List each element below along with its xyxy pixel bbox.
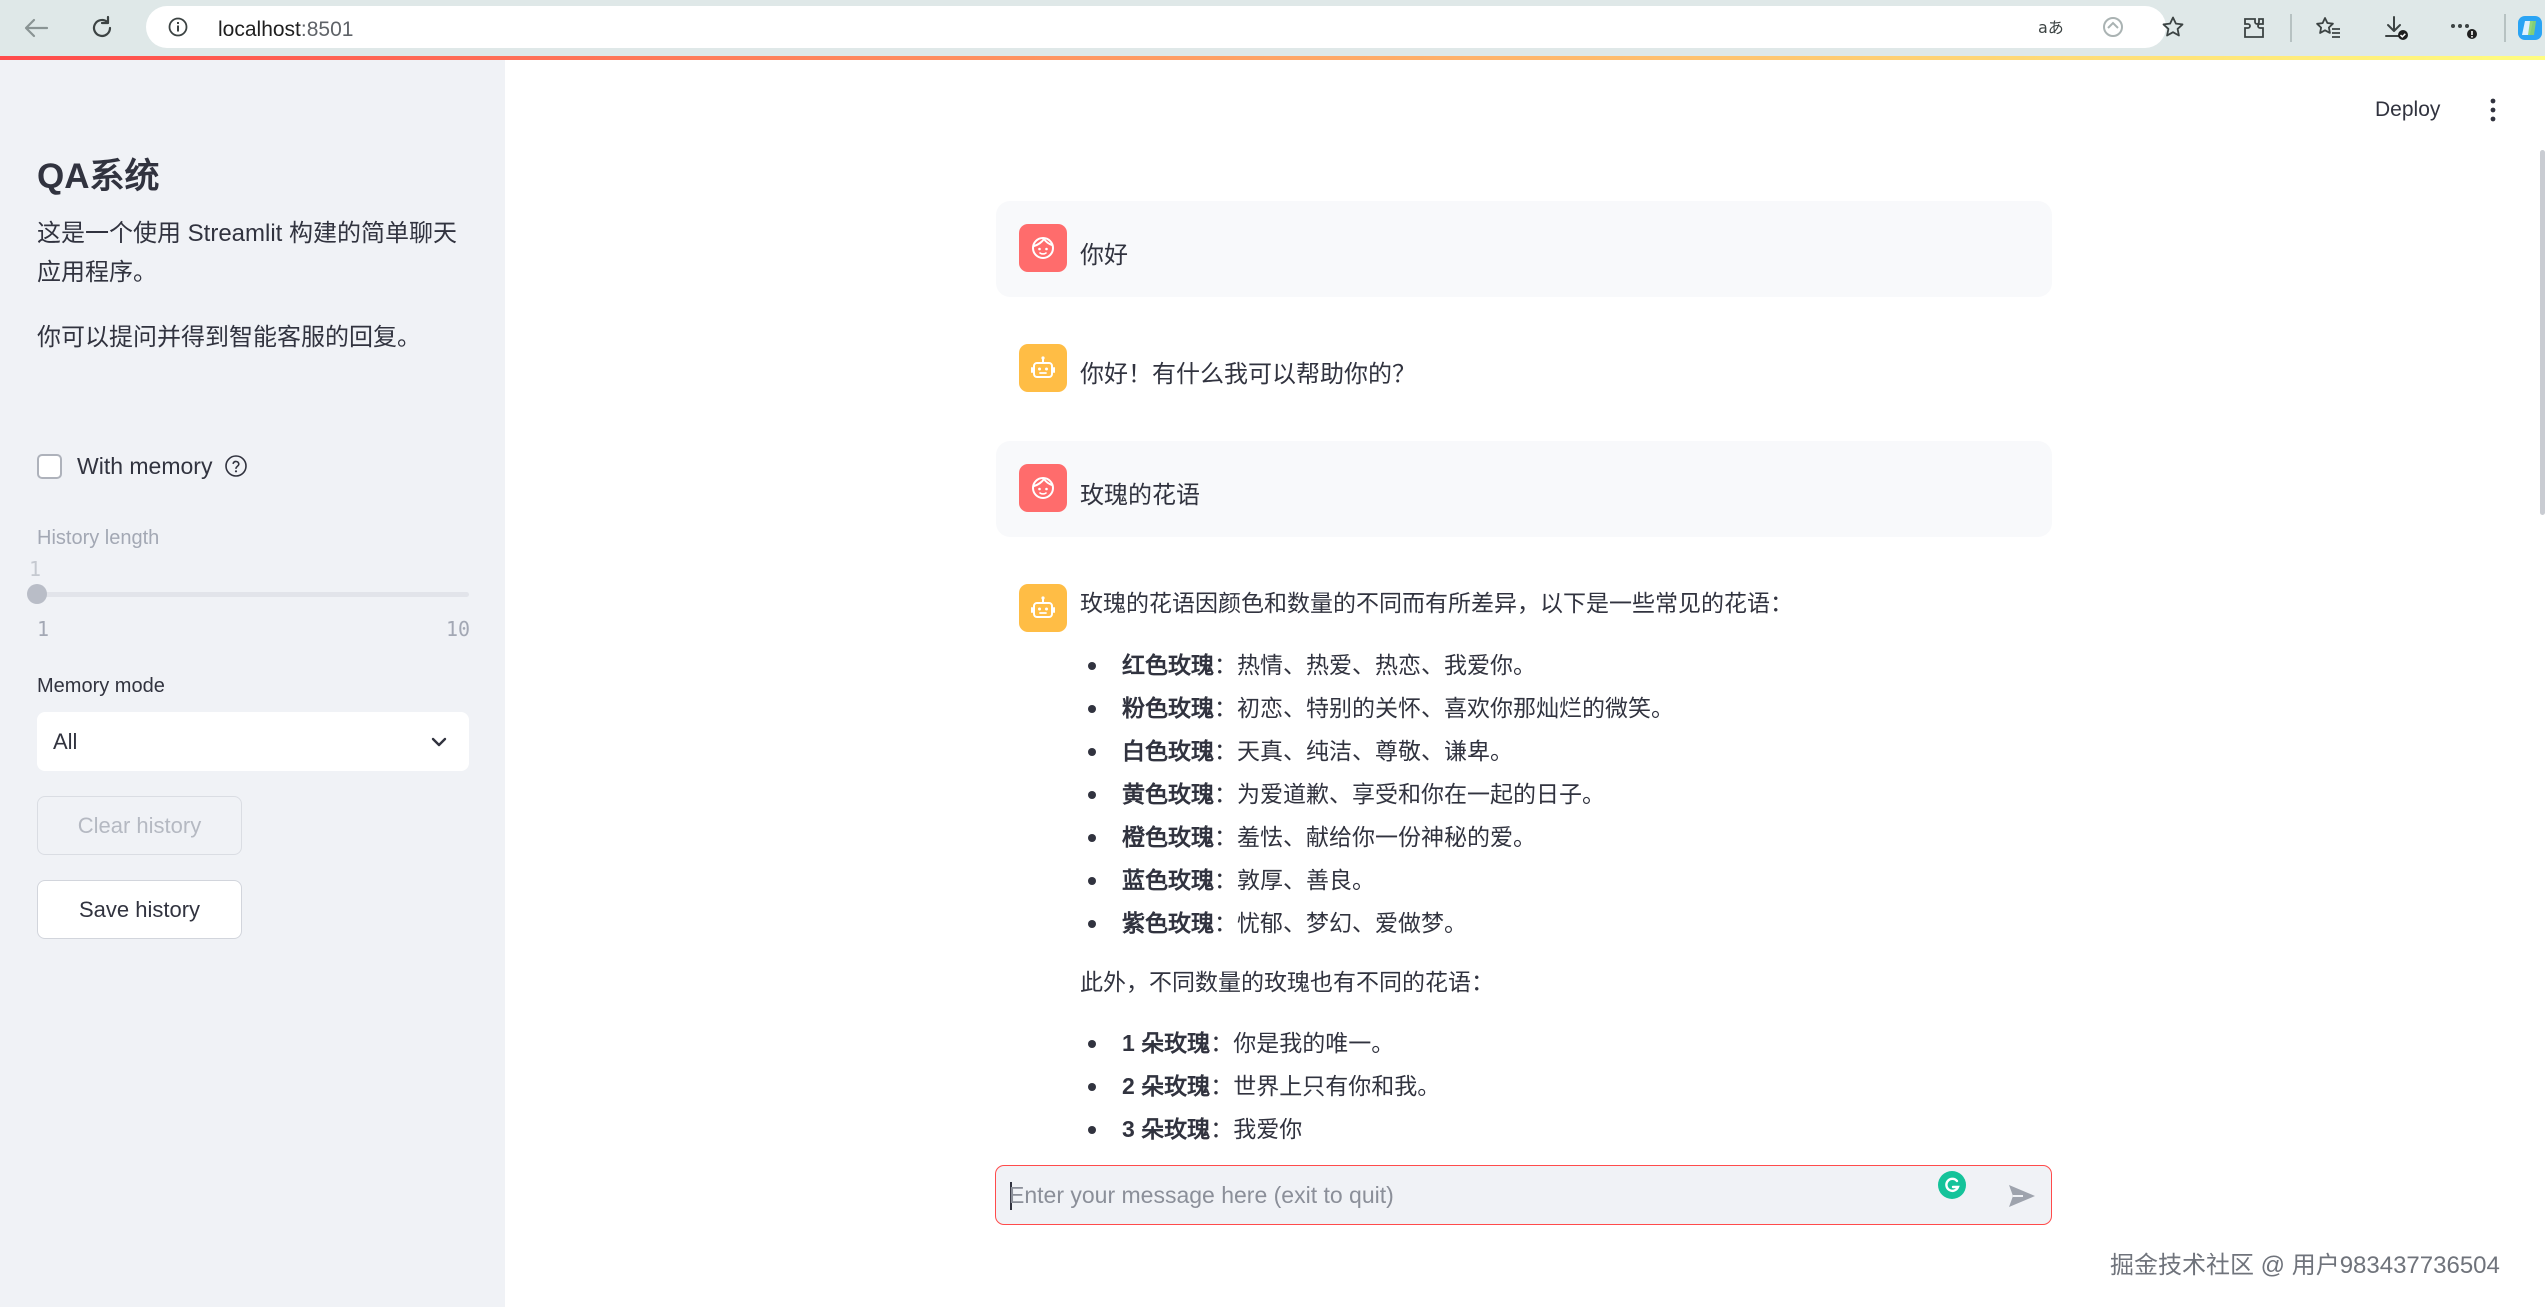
chevron-down-icon — [429, 732, 449, 752]
list-item: 红色玫瑰：热情、热爱、热恋、我爱你。 — [1080, 644, 2030, 687]
more-options-icon[interactable] — [2446, 12, 2482, 44]
list-item: 蓝色玫瑰：敦厚、善良。 — [1080, 859, 2030, 902]
page-scrollbar[interactable] — [2540, 150, 2545, 515]
memory-mode-label: Memory mode — [37, 675, 165, 697]
sidebar-title: QA系统 — [37, 157, 160, 196]
answer-intro: 玫瑰的花语因颜色和数量的不同而有所差异，以下是一些常见的花语： — [1080, 590, 1793, 616]
save-history-button[interactable]: Save history — [37, 880, 242, 939]
browser-toolbar: localhost:8501 aあ — [0, 0, 2545, 56]
history-length-value: 1 — [29, 557, 42, 581]
list-item-term: 白色玫瑰 — [1122, 738, 1214, 764]
url-text: localhost:8501 — [218, 18, 353, 42]
list-item-term: 红色玫瑰 — [1122, 652, 1214, 678]
browser-essentials-icon[interactable] — [2096, 16, 2130, 38]
history-length-slider-thumb[interactable] — [27, 584, 47, 604]
chat-message-user — [996, 201, 2052, 297]
history-length-max: 10 — [446, 617, 471, 641]
list-item: 白色玫瑰：天真、纯洁、尊敬、谦卑。 — [1080, 730, 2030, 773]
downloads-icon[interactable] — [2378, 12, 2414, 44]
grammarly-icon[interactable] — [1938, 1171, 1966, 1199]
list-item: 2 朵玫瑰：世界上只有你和我。 — [1080, 1065, 2030, 1108]
user-avatar-icon — [1019, 224, 1067, 272]
memory-checkbox-label[interactable]: With memory — [77, 453, 212, 480]
svg-text:aあ: aあ — [2038, 18, 2064, 37]
answer-mid-text: 此外，不同数量的玫瑰也有不同的花语： — [1080, 969, 1494, 995]
list-item-desc: ：为爱道歉、享受和你在一起的日子。 — [1214, 781, 1605, 807]
address-bar[interactable]: localhost:8501 aあ — [146, 6, 2184, 48]
history-length-slider-track[interactable] — [37, 592, 469, 597]
list-item-term: 粉色玫瑰 — [1122, 695, 1214, 721]
watermark: 掘金技术社区 @ 用户983437736504 — [2110, 1252, 2500, 1279]
clear-history-button[interactable]: Clear history — [37, 796, 242, 855]
list-item: 紫色玫瑰：忧郁、梦幻、爱做梦。 — [1080, 902, 2030, 945]
message-text: 你好 — [1080, 242, 1128, 269]
send-icon[interactable] — [2006, 1182, 2038, 1210]
sidebar-description-2: 你可以提问并得到智能客服的回复。 — [37, 324, 421, 351]
list-item-term: 蓝色玫瑰 — [1122, 867, 1214, 893]
list-item-term: 黄色玫瑰 — [1122, 781, 1214, 807]
deploy-button[interactable]: Deploy — [2375, 98, 2440, 122]
user-avatar-icon — [1019, 464, 1067, 512]
message-text: 你好！有什么我可以帮助你的？ — [1080, 361, 1416, 388]
memory-mode-select[interactable]: All — [37, 712, 469, 771]
list-item: 1 朵玫瑰：你是我的唯一。 — [1080, 1022, 2030, 1065]
list-item: 橙色玫瑰：羞怯、献给你一份神秘的爱。 — [1080, 816, 2030, 859]
main-menu-icon[interactable] — [2485, 95, 2501, 125]
memory-checkbox[interactable] — [37, 453, 62, 479]
extensions-icon[interactable] — [2236, 12, 2272, 44]
memory-checkbox-row[interactable]: With memory — [37, 448, 248, 484]
copilot-icon[interactable] — [2512, 12, 2545, 44]
list-item-desc: ：初恋、特别的关怀、喜欢你那灿烂的微笑。 — [1214, 695, 1674, 721]
list-item-desc: ：天真、纯洁、尊敬、谦卑。 — [1214, 738, 1513, 764]
message-text: 玫瑰的花语 — [1080, 482, 1200, 509]
favorite-star-icon[interactable] — [2156, 16, 2190, 38]
rose-color-list: 红色玫瑰：热情、热爱、热恋、我爱你。 粉色玫瑰：初恋、特别的关怀、喜欢你那灿烂的… — [1080, 644, 2030, 945]
chat-input[interactable]: Enter your message here (exit to quit) — [995, 1165, 2052, 1225]
list-item-term: 3 朵玫瑰 — [1122, 1116, 1211, 1141]
list-item: 黄色玫瑰：为爱道歉、享受和你在一起的日子。 — [1080, 773, 2030, 816]
chat-input-placeholder: Enter your message here (exit to quit) — [1009, 1182, 1394, 1208]
list-item-desc: ：世界上只有你和我。 — [1210, 1073, 1441, 1099]
toolbar-divider — [2290, 14, 2292, 42]
help-circle-icon[interactable] — [224, 454, 248, 478]
refresh-icon[interactable] — [84, 10, 120, 46]
chat-message-assistant: 玫瑰的花语因颜色和数量的不同而有所差异，以下是一些常见的花语： 红色玫瑰：热情、… — [1080, 583, 2030, 1141]
url-host: localhost — [218, 18, 301, 41]
sidebar-description: 这是一个使用 Streamlit 构建的简单聊天应用程序。 — [37, 220, 458, 286]
list-item-term: 橙色玫瑰 — [1122, 824, 1214, 850]
favorites-icon[interactable] — [2310, 12, 2346, 44]
toolbar-divider — [2504, 14, 2506, 42]
assistant-avatar-icon — [1019, 584, 1067, 632]
url-port: :8501 — [300, 18, 354, 41]
memory-mode-value: All — [53, 729, 78, 754]
history-length-min: 1 — [37, 617, 50, 641]
list-item-term: 2 朵玫瑰 — [1122, 1073, 1211, 1099]
rose-count-list: 1 朵玫瑰：你是我的唯一。 2 朵玫瑰：世界上只有你和我。 3 朵玫瑰：我爱你 — [1080, 1022, 2030, 1141]
history-length-label: History length — [37, 527, 160, 549]
list-item-desc: ：敦厚、善良。 — [1214, 867, 1375, 893]
list-item-term: 紫色玫瑰 — [1122, 910, 1214, 936]
list-item-term: 1 朵玫瑰 — [1122, 1030, 1211, 1056]
list-item-desc: ：你是我的唯一。 — [1210, 1030, 1395, 1056]
read-aloud-icon[interactable]: aあ — [2035, 16, 2069, 38]
list-item-desc: ：热情、热爱、热恋、我爱你。 — [1214, 652, 1536, 678]
list-item-desc: ：羞怯、献给你一份神秘的爱。 — [1214, 824, 1536, 850]
list-item: 粉色玫瑰：初恋、特别的关怀、喜欢你那灿烂的微笑。 — [1080, 687, 2030, 730]
list-item-desc: ：我爱你 — [1210, 1116, 1303, 1141]
back-arrow-icon[interactable] — [18, 10, 54, 46]
list-item-desc: ：忧郁、梦幻、爱做梦。 — [1214, 910, 1467, 936]
assistant-avatar-icon — [1019, 344, 1067, 392]
site-info-icon[interactable] — [168, 17, 188, 37]
list-item: 3 朵玫瑰：我爱你 — [1080, 1108, 2030, 1141]
